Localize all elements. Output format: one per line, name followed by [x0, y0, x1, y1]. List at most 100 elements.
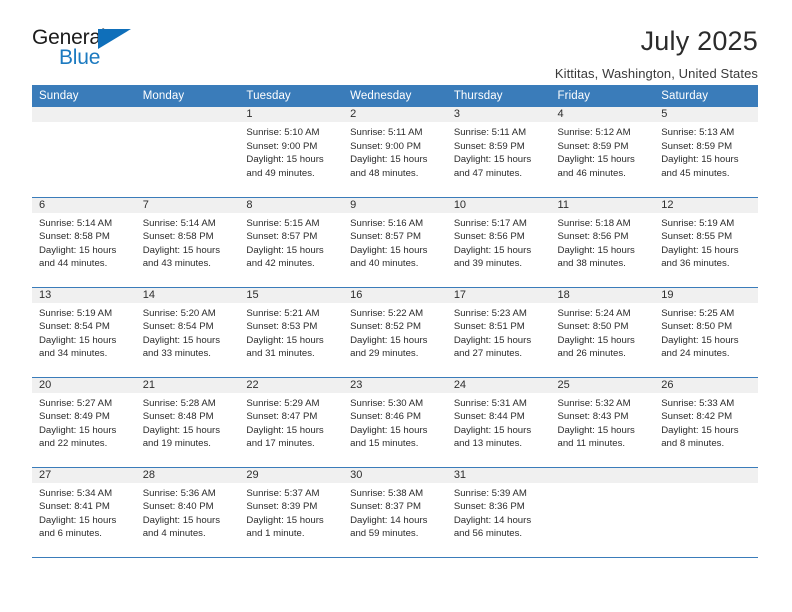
day-detail-line: Sunset: 8:54 PM [142, 321, 214, 333]
calendar-day-cell[interactable]: 11 Sunrise: 5:18 AM Sunset: 8:56 PM Dayligh… [550, 197, 655, 288]
day-detail-line: and 33 minutes. [142, 348, 211, 360]
day-number: 3 [446, 107, 551, 122]
calendar-day-cell[interactable]: 10 Sunrise: 5:17 AM Sunset: 8:56 PM Dayligh… [446, 197, 551, 288]
day-number: 30 [343, 467, 447, 483]
calendar-day-cell[interactable]: 9 Sunrise: 5:16 AM Sunset: 8:57 PM Daylight… [343, 197, 447, 288]
day-number: 27 [32, 467, 136, 483]
calendar-day-cell[interactable]: 26 Sunrise: 5:33 AM Sunset: 8:42 PM Dayligh… [654, 377, 758, 468]
calendar-day-cell[interactable]: 6 Sunrise: 5:14 AM Sunset: 8:58 PM Daylight… [32, 197, 136, 288]
day-details: Sunrise: 5:11 AM Sunset: 8:59 PM Daylight:… [447, 122, 551, 180]
day-number: 1 [239, 107, 344, 122]
calendar-day-cell[interactable]: 24 Sunrise: 5:31 AM Sunset: 8:44 PM Dayligh… [446, 377, 551, 468]
day-detail-line: and 49 minutes. [246, 167, 315, 179]
day-detail-line: Sunset: 8:57 PM [350, 231, 422, 243]
calendar-day-cell[interactable]: 16 Sunrise: 5:22 AM Sunset: 8:52 PM Dayligh… [343, 287, 447, 378]
day-detail-line: Daylight: 15 hours [661, 424, 739, 436]
title-block: July 2025 Kittitas, Washington, United S… [150, 26, 758, 81]
calendar-empty-cell [135, 107, 240, 198]
day-detail-line: Daylight: 15 hours [350, 244, 428, 256]
day-details [136, 122, 240, 126]
day-detail-line: and 34 minutes. [39, 348, 108, 360]
day-number: 6 [32, 197, 136, 213]
calendar-day-cell[interactable]: 25 Sunrise: 5:32 AM Sunset: 8:43 PM Dayligh… [550, 377, 655, 468]
calendar-day-cell[interactable]: 28 Sunrise: 5:36 AM Sunset: 8:40 PM Dayligh… [135, 467, 240, 558]
calendar-day-cell[interactable]: 31 Sunrise: 5:39 AM Sunset: 8:36 PM Dayligh… [446, 467, 551, 558]
calendar-day-cell[interactable]: 27 Sunrise: 5:34 AM Sunset: 8:41 PM Dayligh… [32, 467, 136, 558]
calendar-day-cell[interactable]: 18 Sunrise: 5:24 AM Sunset: 8:50 PM Dayligh… [550, 287, 655, 378]
calendar-day-cell[interactable]: 2 Sunrise: 5:11 AM Sunset: 9:00 PM Daylight… [343, 107, 447, 198]
calendar-day-cell[interactable]: 22 Sunrise: 5:29 AM Sunset: 8:47 PM Dayligh… [239, 377, 344, 468]
day-number [135, 107, 240, 122]
calendar-day-cell[interactable]: 17 Sunrise: 5:23 AM Sunset: 8:51 PM Dayligh… [446, 287, 551, 378]
day-detail-line: Sunset: 8:44 PM [453, 411, 525, 423]
day-number: 18 [550, 287, 655, 303]
calendar-day-cell[interactable]: 4 Sunrise: 5:12 AM Sunset: 8:59 PM Daylight… [550, 107, 655, 198]
day-detail-line: Sunrise: 5:19 AM [661, 217, 735, 229]
calendar-day-cell[interactable]: 5 Sunrise: 5:13 AM Sunset: 8:59 PM Daylight… [654, 107, 758, 198]
day-detail-line: Sunrise: 5:30 AM [350, 397, 424, 409]
day-details: Sunrise: 5:20 AM Sunset: 8:54 PM Daylight:… [136, 303, 240, 361]
day-number: 19 [654, 287, 758, 303]
day-detail-line: and 36 minutes. [661, 258, 730, 270]
day-detail-line: Sunset: 8:51 PM [453, 321, 525, 333]
day-details: Sunrise: 5:19 AM Sunset: 8:54 PM Daylight:… [32, 303, 136, 361]
day-detail-line: and 24 minutes. [661, 348, 730, 360]
day-detail-line: Daylight: 15 hours [453, 334, 532, 346]
weekday-header-friday: Friday [550, 85, 655, 107]
day-details: Sunrise: 5:16 AM Sunset: 8:57 PM Daylight:… [343, 213, 447, 271]
calendar-week-row: 27 Sunrise: 5:34 AM Sunset: 8:41 PM Dayligh… [32, 467, 758, 558]
day-details: Sunrise: 5:27 AM Sunset: 8:49 PM Daylight:… [32, 393, 136, 451]
day-detail-line: Sunrise: 5:10 AM [246, 127, 320, 138]
day-detail-line: Sunset: 8:43 PM [557, 411, 629, 423]
calendar-day-cell[interactable]: 30 Sunrise: 5:38 AM Sunset: 8:37 PM Dayligh… [343, 467, 447, 558]
day-detail-line: Sunset: 8:46 PM [350, 411, 422, 423]
day-detail-line: and 19 minutes. [142, 438, 211, 450]
logo[interactable]: General Blue [32, 26, 150, 72]
calendar-day-cell[interactable]: 19 Sunrise: 5:25 AM Sunset: 8:50 PM Dayligh… [654, 287, 758, 378]
day-detail-line: Sunset: 8:56 PM [557, 231, 629, 243]
day-detail-line: Daylight: 15 hours [246, 244, 324, 256]
day-detail-line: Sunrise: 5:15 AM [246, 217, 320, 229]
day-details [32, 122, 136, 126]
day-number: 2 [343, 107, 447, 122]
calendar-day-cell[interactable]: 29 Sunrise: 5:37 AM Sunset: 8:39 PM Dayligh… [239, 467, 344, 558]
day-number: 10 [446, 197, 551, 213]
calendar-day-cell[interactable]: 21 Sunrise: 5:28 AM Sunset: 8:48 PM Dayligh… [135, 377, 240, 468]
day-details: Sunrise: 5:15 AM Sunset: 8:57 PM Daylight:… [239, 213, 343, 271]
day-details [551, 483, 655, 487]
day-detail-line: Sunset: 8:42 PM [661, 411, 733, 423]
day-detail-line: Sunset: 9:00 PM [246, 140, 318, 152]
day-number: 20 [32, 377, 136, 393]
calendar-day-cell[interactable]: 23 Sunrise: 5:30 AM Sunset: 8:46 PM Dayligh… [343, 377, 447, 468]
day-detail-line: Sunset: 8:37 PM [350, 501, 422, 513]
weekday-header-tuesday: Tuesday [239, 85, 344, 107]
calendar-day-cell[interactable]: 8 Sunrise: 5:15 AM Sunset: 8:57 PM Daylight… [239, 197, 344, 288]
day-detail-line: Daylight: 15 hours [453, 244, 532, 256]
day-detail-line: Daylight: 15 hours [661, 154, 739, 166]
calendar-week-row: 1 Sunrise: 5:10 AM Sunset: 9:00 PM Daylight… [32, 107, 758, 198]
calendar-day-cell[interactable]: 7 Sunrise: 5:14 AM Sunset: 8:58 PM Daylight… [135, 197, 240, 288]
day-detail-line: Sunrise: 5:22 AM [350, 307, 424, 319]
calendar-week-row: 6 Sunrise: 5:14 AM Sunset: 8:58 PM Daylight… [32, 197, 758, 288]
day-details: Sunrise: 5:30 AM Sunset: 8:46 PM Daylight:… [343, 393, 447, 451]
calendar-day-cell[interactable]: 20 Sunrise: 5:27 AM Sunset: 8:49 PM Dayligh… [32, 377, 136, 468]
month-calendar: Sunday Monday Tuesday Wednesday Thursday Frid… [32, 85, 758, 558]
calendar-day-cell[interactable]: 1 Sunrise: 5:10 AM Sunset: 9:00 PM Daylight… [239, 107, 344, 198]
day-detail-line: Sunrise: 5:20 AM [142, 307, 216, 319]
calendar-day-cell[interactable]: 13 Sunrise: 5:19 AM Sunset: 8:54 PM Dayligh… [32, 287, 136, 378]
day-detail-line: Sunrise: 5:23 AM [453, 307, 527, 319]
day-details: Sunrise: 5:10 AM Sunset: 9:00 PM Daylight:… [239, 122, 343, 180]
day-details: Sunrise: 5:18 AM Sunset: 8:56 PM Daylight:… [551, 213, 655, 271]
day-detail-line: and 11 minutes. [557, 438, 626, 450]
day-detail-line: Sunrise: 5:28 AM [142, 397, 216, 409]
calendar-day-cell[interactable]: 14 Sunrise: 5:20 AM Sunset: 8:54 PM Dayligh… [135, 287, 240, 378]
day-detail-line: Sunset: 8:39 PM [246, 501, 318, 513]
calendar-day-cell[interactable]: 15 Sunrise: 5:21 AM Sunset: 8:53 PM Dayligh… [239, 287, 344, 378]
day-detail-line: Sunset: 8:36 PM [453, 501, 525, 513]
page-header: General Blue July 2025 Kittitas, Washing… [0, 0, 792, 81]
day-detail-line: and 44 minutes. [39, 258, 108, 270]
calendar-week-row: 20 Sunrise: 5:27 AM Sunset: 8:49 PM Dayligh… [32, 377, 758, 468]
calendar-day-cell[interactable]: 3 Sunrise: 5:11 AM Sunset: 8:59 PM Daylight… [446, 107, 551, 198]
calendar-day-cell[interactable]: 12 Sunrise: 5:19 AM Sunset: 8:55 PM Dayligh… [654, 197, 758, 288]
day-number: 26 [654, 377, 758, 393]
